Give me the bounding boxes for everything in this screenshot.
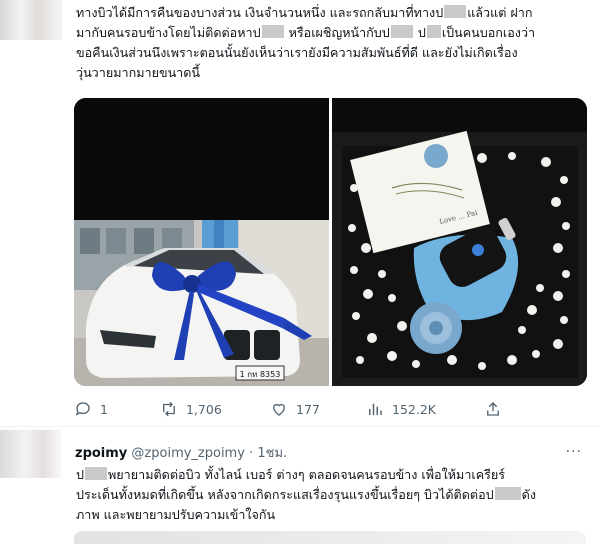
redaction-mark <box>444 5 467 18</box>
retweet-icon <box>163 401 175 417</box>
views-count: 152.2K <box>392 401 436 417</box>
tweet-text-line: ปพยายามติดต่อบิว ทั้งไลน์ เบอร์ ต่างๆ ตล… <box>76 467 506 482</box>
tweet-media[interactable]: 1 กท 8353 Love ... Pai <box>74 98 587 386</box>
share-action[interactable] <box>484 398 502 420</box>
reply-header: zpoimy @zpoimy_zpoimy · 1ชม. <box>75 446 287 462</box>
meta-separator: · <box>249 446 254 461</box>
reply-action[interactable]: 1 <box>74 398 108 420</box>
reply-tweet[interactable]: zpoimy @zpoimy_zpoimy · 1ชม. ··· ปพยายาม… <box>0 428 600 544</box>
display-name[interactable]: zpoimy <box>75 446 127 461</box>
views-action[interactable]: 152.2K <box>366 398 436 420</box>
gift-box-image: Love ... Pai <box>332 98 587 386</box>
like-icon <box>273 403 285 416</box>
tweet-text: ทางบิวได้มีการคืนของบางส่วน เงินจำนวนหนึ… <box>76 3 588 83</box>
reply-count: 1 <box>100 401 108 417</box>
retweet-action[interactable]: 1,706 <box>160 398 222 420</box>
tweet-actions: 1 1,706 177 152.2K <box>74 398 514 420</box>
redaction-mark <box>390 25 413 38</box>
timestamp[interactable]: 1ชม. <box>257 446 287 461</box>
retweet-count: 1,706 <box>186 401 222 417</box>
tweet-text-line: วุ่นวายมากมายขนาดนี้ <box>76 65 201 80</box>
car-photo[interactable]: 1 กท 8353 <box>74 98 329 386</box>
views-icon <box>369 403 382 415</box>
gift-box-photo[interactable]: Love ... Pai <box>332 98 587 386</box>
tweet-text-line: มากับคนรอบข้างโดยไม่ติดต่อหาป หรือเผชิญห… <box>76 25 536 40</box>
tweet-text: ปพยายามติดต่อบิว ทั้งไลน์ เบอร์ ต่างๆ ตล… <box>76 465 588 525</box>
user-handle[interactable]: @zpoimy_zpoimy <box>131 446 245 461</box>
avatar-blurred <box>0 0 62 40</box>
like-action[interactable]: 177 <box>270 398 320 420</box>
redaction-mark <box>494 487 521 500</box>
media-preview-partial <box>74 531 586 544</box>
tweet-text-line: ขอคืนเงินส่วนนึงเพราะตอนนั้นยังเห็นว่าเร… <box>76 45 518 60</box>
more-options-icon[interactable]: ··· <box>566 444 582 460</box>
avatar-blurred <box>0 430 62 478</box>
tweet-text-line: ประเด็นทั้งหมดที่เกิดขึ้น หลังจากเกิดกระ… <box>76 487 536 502</box>
tweet[interactable]: ทางบิวได้มีการคืนของบางส่วน เงินจำนวนหนึ… <box>0 0 600 427</box>
license-plate-text: 1 กท 8353 <box>240 370 281 379</box>
share-icon <box>487 402 499 416</box>
tweet-text-line: ภาพ และพยายามปรับความเข้าใจกัน <box>76 507 276 522</box>
redaction-mark <box>261 25 284 38</box>
tweet-text-line: ทางบิวได้มีการคืนของบางส่วน เงินจำนวนหนึ… <box>76 5 533 20</box>
redaction-mark <box>426 25 441 38</box>
reply-icon <box>75 402 90 416</box>
like-count: 177 <box>296 401 320 417</box>
car-image: 1 กท 8353 <box>74 98 329 386</box>
redaction-mark <box>85 467 107 480</box>
